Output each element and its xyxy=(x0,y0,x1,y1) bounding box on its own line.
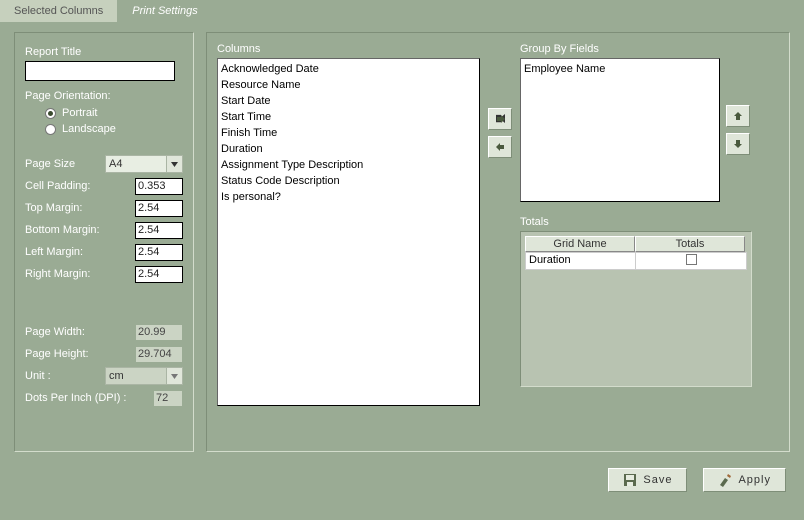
dpi-input xyxy=(153,390,183,407)
page-height-label: Page Height: xyxy=(25,348,135,360)
dpi-label: Dots Per Inch (DPI) : xyxy=(25,392,153,404)
save-icon xyxy=(623,473,637,487)
page-width-label: Page Width: xyxy=(25,326,135,338)
right-margin-label: Right Margin: xyxy=(25,268,135,280)
move-left-button[interactable] xyxy=(488,136,512,158)
move-up-button[interactable] xyxy=(726,105,750,127)
report-title-input[interactable] xyxy=(25,61,175,81)
group-by-label: Group By Fields xyxy=(520,43,752,55)
group-by-listbox[interactable]: Employee Name xyxy=(520,58,720,202)
list-item[interactable]: Resource Name xyxy=(221,77,476,93)
page-size-select[interactable]: A4 xyxy=(105,155,183,173)
totals-grid-box: Grid Name Totals Duration xyxy=(520,231,752,387)
chevron-down-icon xyxy=(166,156,182,172)
landscape-label: Landscape xyxy=(62,123,116,135)
bottom-margin-label: Bottom Margin: xyxy=(25,224,135,236)
move-right-button[interactable] xyxy=(488,108,512,130)
totals-label: Totals xyxy=(520,216,752,228)
list-item[interactable]: Duration xyxy=(221,141,476,157)
list-item[interactable]: Acknowledged Date xyxy=(221,61,476,77)
totals-row-name: Duration xyxy=(526,253,636,269)
unit-label: Unit : xyxy=(25,370,105,382)
top-margin-label: Top Margin: xyxy=(25,202,135,214)
page-height-input xyxy=(135,346,183,363)
portrait-label: Portrait xyxy=(62,107,97,119)
page-width-input xyxy=(135,324,183,341)
list-item[interactable]: Finish Time xyxy=(221,125,476,141)
top-margin-input[interactable] xyxy=(135,200,183,217)
list-item[interactable]: Assignment Type Description xyxy=(221,157,476,173)
move-down-button[interactable] xyxy=(726,133,750,155)
cell-padding-input[interactable] xyxy=(135,178,183,195)
bottom-margin-input[interactable] xyxy=(135,222,183,239)
list-item[interactable]: Is personal? xyxy=(221,189,476,205)
tab-bar: Selected Columns Print Settings xyxy=(0,0,804,22)
report-title-label: Report Title xyxy=(25,46,183,58)
arrow-left-icon xyxy=(495,142,506,153)
totals-row-checkbox[interactable] xyxy=(686,254,697,265)
apply-button[interactable]: Apply xyxy=(703,468,786,492)
arrow-right-icon xyxy=(495,114,506,125)
columns-label: Columns xyxy=(217,43,480,55)
tab-print-settings[interactable]: Print Settings xyxy=(118,0,212,22)
chevron-down-icon xyxy=(166,368,182,384)
columns-panel: Columns Acknowledged Date Resource Name … xyxy=(206,32,790,452)
cell-padding-label: Cell Padding: xyxy=(25,180,135,192)
right-margin-input[interactable] xyxy=(135,266,183,283)
columns-listbox[interactable]: Acknowledged Date Resource Name Start Da… xyxy=(217,58,480,406)
footer-bar: Save Apply xyxy=(0,462,804,498)
page-orientation-label: Page Orientation: xyxy=(25,90,183,102)
list-item[interactable]: Status Code Description xyxy=(221,173,476,189)
tab-selected-columns[interactable]: Selected Columns xyxy=(0,0,118,22)
page-setup-panel: Report Title Page Orientation: Portrait … xyxy=(14,32,194,452)
list-item[interactable]: Start Date xyxy=(221,93,476,109)
left-margin-label: Left Margin: xyxy=(25,246,135,258)
save-button[interactable]: Save xyxy=(608,468,687,492)
left-margin-input[interactable] xyxy=(135,244,183,261)
unit-select: cm xyxy=(105,367,183,385)
portrait-radio[interactable] xyxy=(45,108,56,119)
table-row: Duration xyxy=(525,252,747,270)
totals-header-gridname: Grid Name xyxy=(525,236,635,252)
arrow-down-icon xyxy=(733,139,744,150)
arrow-up-icon xyxy=(733,111,744,122)
apply-icon xyxy=(718,473,732,487)
landscape-radio[interactable] xyxy=(45,124,56,135)
list-item[interactable]: Start Time xyxy=(221,109,476,125)
list-item[interactable]: Employee Name xyxy=(524,61,716,77)
totals-header-totals: Totals xyxy=(635,236,745,252)
page-size-label: Page Size xyxy=(25,158,105,170)
